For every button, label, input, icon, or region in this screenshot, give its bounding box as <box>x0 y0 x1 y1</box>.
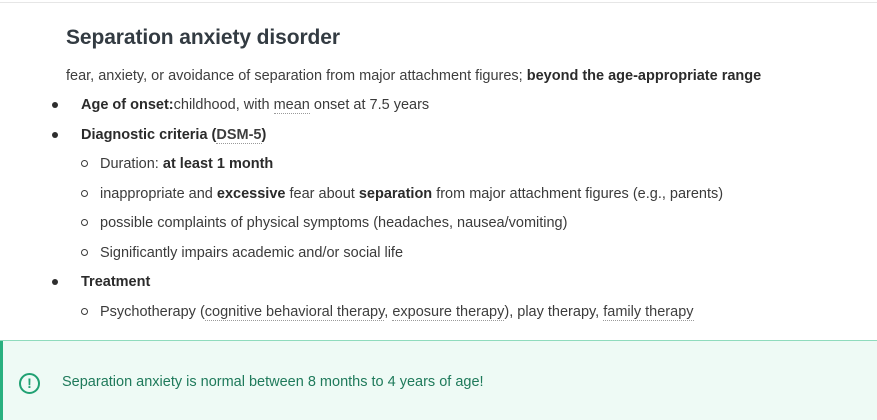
callout-accent-bar <box>0 341 3 420</box>
link-exposure-therapy[interactable]: exposure therapy <box>392 303 505 321</box>
sublist-item-impairment: Significantly impairs academic and/or so… <box>81 243 866 263</box>
exclamation-icon: ! <box>19 373 40 394</box>
subitem-text: , <box>384 303 389 320</box>
main-list: Age of onset:childhood, with mean onset … <box>52 95 866 322</box>
item-label: Diagnostic criteria (DSM-5) <box>81 126 267 144</box>
callout-text: Separation anxiety is normal between 8 m… <box>62 374 484 390</box>
list-item-treatment: Treatment Psychotherapy (cognitive behav… <box>52 272 866 322</box>
circle-bullet-icon <box>81 189 88 197</box>
subitem-text: Significantly impairs academic and/or so… <box>100 244 404 261</box>
list-item-diagnostic-criteria: Diagnostic criteria (DSM-5) Duration: at… <box>52 125 866 263</box>
sublist-item-psychotherapy: Psychotherapy (cognitive behavioral ther… <box>81 302 866 322</box>
subitem-text: ), play therapy, <box>504 303 600 320</box>
bullet-icon <box>52 131 58 138</box>
sublist-item-excessive-fear: inappropriate and excessive fear about s… <box>81 184 866 204</box>
link-mean[interactable]: mean <box>273 97 310 114</box>
circle-bullet-icon <box>81 307 88 315</box>
article-content: Separation anxiety disorder fear, anxiet… <box>52 24 866 331</box>
link-family-therapy[interactable]: family therapy <box>603 303 694 321</box>
subitem-text: fear about <box>289 185 355 202</box>
item-label-end: ) <box>261 126 267 143</box>
top-divider <box>0 2 877 3</box>
treatment-sublist: Psychotherapy (cognitive behavioral ther… <box>81 302 866 322</box>
sublist-item-physical-symptoms: possible complaints of physical symptoms… <box>81 213 866 233</box>
subitem-text: possible complaints of physical symptoms… <box>100 215 568 231</box>
subitem-bold: excessive <box>216 185 286 202</box>
item-text: childhood, with <box>173 97 270 113</box>
diagnostic-criteria-sublist: Duration: at least 1 month inappropriate… <box>81 154 866 263</box>
subitem-bold: separation <box>358 185 433 202</box>
bullet-icon <box>52 279 58 285</box>
page: Separation anxiety disorder fear, anxiet… <box>0 0 877 420</box>
info-callout: ! Separation anxiety is normal between 8… <box>0 340 877 420</box>
list-item-age-of-onset: Age of onset:childhood, with mean onset … <box>52 95 866 115</box>
item-label: Age of onset: <box>81 97 174 113</box>
item-label-text: Diagnostic criteria ( <box>81 126 217 143</box>
intro-text: fear, anxiety, or avoidance of separatio… <box>66 68 523 84</box>
item-text: onset at 7.5 years <box>313 97 430 113</box>
subitem-text: from major attachment figures (e.g., par… <box>436 185 724 202</box>
circle-bullet-icon <box>81 248 88 256</box>
subitem-text: inappropriate and <box>100 185 213 202</box>
link-cognitive-behavioral-therapy[interactable]: cognitive behavioral therapy <box>204 303 385 321</box>
circle-bullet-icon <box>81 160 88 167</box>
intro-bold-text: beyond the age-appropriate range <box>526 68 762 84</box>
subitem-bold: at least 1 month <box>162 156 274 172</box>
subitem-text: Psychotherapy ( <box>100 303 205 320</box>
link-dsm-5[interactable]: DSM-5 <box>216 126 262 144</box>
bullet-icon <box>52 102 58 108</box>
intro-paragraph: fear, anxiety, or avoidance of separatio… <box>66 66 866 86</box>
sublist-item-duration: Duration: at least 1 month <box>81 154 866 174</box>
page-title: Separation anxiety disorder <box>66 26 340 49</box>
circle-bullet-icon <box>81 219 88 226</box>
subitem-text: Duration: <box>100 156 159 172</box>
item-label: Treatment <box>81 274 151 290</box>
